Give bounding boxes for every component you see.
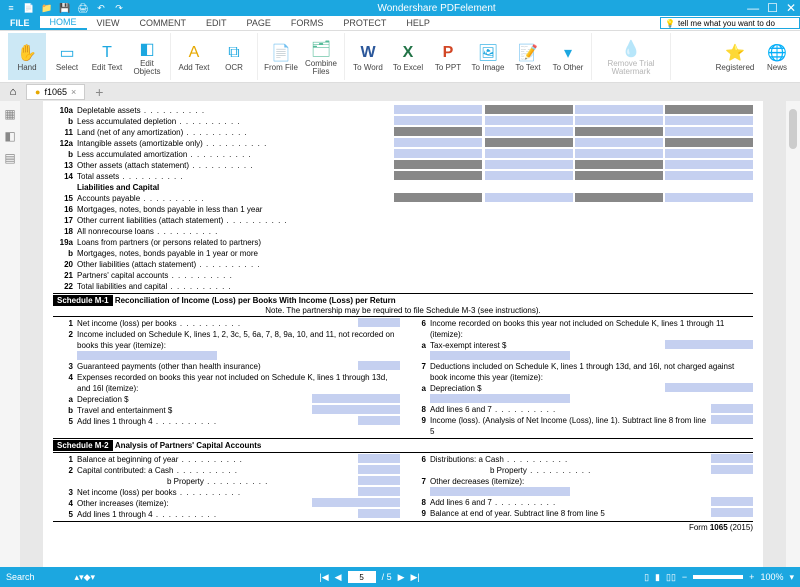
view-cont-icon[interactable]: ▮ bbox=[655, 572, 660, 583]
window-title: Wondershare PDFelement bbox=[126, 3, 747, 14]
doc-tab[interactable]: ●f1065× bbox=[26, 84, 85, 100]
watermark-button: 💧Remove Trial Watermark bbox=[596, 33, 666, 80]
tab-forms[interactable]: FORMS bbox=[281, 16, 334, 30]
next-page-icon[interactable]: ▶ bbox=[398, 572, 405, 583]
last-page-icon[interactable]: ▶| bbox=[411, 572, 420, 583]
text-icon: 📝 bbox=[517, 42, 539, 64]
select-icon: ▭ bbox=[56, 42, 78, 64]
doc-tabstrip: ⌂ ●f1065× + bbox=[0, 83, 800, 101]
ocr-button[interactable]: ⧉OCR bbox=[215, 33, 253, 80]
excel-icon: X bbox=[397, 42, 419, 64]
attachments-icon[interactable]: ▤ bbox=[4, 151, 15, 165]
add-text-icon: A bbox=[183, 42, 205, 64]
hand-button[interactable]: ✋Hand bbox=[8, 33, 46, 80]
zoom-slider[interactable] bbox=[693, 575, 743, 579]
workspace: ▦ ◧ ▤ 10aDepletable assets bLess accumul… bbox=[0, 101, 800, 567]
watermark-icon: 💧 bbox=[620, 38, 642, 60]
tab-view[interactable]: VIEW bbox=[87, 16, 130, 30]
view-single-icon[interactable]: ▯ bbox=[644, 572, 649, 583]
tab-close-icon[interactable]: × bbox=[71, 87, 76, 97]
tab-protect[interactable]: PROTECT bbox=[333, 16, 396, 30]
word-icon: W bbox=[357, 42, 379, 64]
ocr-icon: ⧉ bbox=[223, 42, 245, 64]
tab-home[interactable]: HOME bbox=[40, 16, 87, 30]
open-icon[interactable]: 📁 bbox=[40, 2, 54, 14]
home-icon[interactable]: ⌂ bbox=[4, 86, 22, 98]
view-double-icon[interactable]: ▯▯ bbox=[666, 572, 676, 583]
add-text-button[interactable]: AAdd Text bbox=[175, 33, 213, 80]
tab-help[interactable]: HELP bbox=[396, 16, 440, 30]
new-icon[interactable]: 📄 bbox=[22, 2, 36, 14]
registered-button[interactable]: ⭐Registered bbox=[716, 33, 754, 80]
tab-page[interactable]: PAGE bbox=[237, 16, 281, 30]
combine-icon: 🗂 bbox=[310, 38, 332, 60]
other-icon: ▾ bbox=[557, 42, 579, 64]
to-word-button[interactable]: WTo Word bbox=[349, 33, 387, 80]
statusbar: Search ▴ ▾ ◆ ▾ |◀ ◀ / 5 ▶ ▶| ▯ ▮ ▯▯ − + … bbox=[0, 567, 800, 587]
image-icon: 🖼 bbox=[477, 42, 499, 64]
nav-orig-icon[interactable]: ◆ bbox=[84, 572, 91, 583]
page-area[interactable]: 10aDepletable assets bLess accumulated d… bbox=[20, 101, 786, 567]
from-file-icon: 📄 bbox=[270, 42, 292, 64]
edit-text-button[interactable]: TEdit Text bbox=[88, 33, 126, 80]
tab-edit[interactable]: EDIT bbox=[196, 16, 237, 30]
save-icon[interactable]: 💾 bbox=[58, 2, 72, 14]
edit-objects-button[interactable]: ◧Edit Objects bbox=[128, 33, 166, 80]
to-image-button[interactable]: 🖼To Image bbox=[469, 33, 507, 80]
add-tab-icon[interactable]: + bbox=[89, 84, 109, 100]
redo-icon[interactable]: ↷ bbox=[112, 2, 126, 14]
tab-comment[interactable]: COMMENT bbox=[130, 16, 197, 30]
zoom-out-icon[interactable]: − bbox=[682, 572, 687, 582]
form-footer: Form 1065 (2015) bbox=[53, 523, 753, 532]
registered-icon: ⭐ bbox=[724, 42, 746, 64]
close-icon[interactable]: ✕ bbox=[786, 1, 796, 15]
prev-page-icon[interactable]: ◀ bbox=[335, 572, 342, 583]
menu-icon[interactable]: ≡ bbox=[4, 2, 18, 14]
page-number-input[interactable] bbox=[348, 571, 376, 583]
edit-text-icon: T bbox=[96, 42, 118, 64]
zoom-dropdown-icon[interactable]: ▾ bbox=[789, 572, 794, 583]
zoom-value: 100% bbox=[760, 572, 783, 582]
zoom-in-icon[interactable]: + bbox=[749, 572, 754, 582]
bookmarks-icon[interactable]: ◧ bbox=[4, 129, 15, 143]
to-ppt-button[interactable]: PTo PPT bbox=[429, 33, 467, 80]
ribbon: ✋Hand ▭Select TEdit Text ◧Edit Objects A… bbox=[0, 31, 800, 83]
hand-icon: ✋ bbox=[16, 42, 38, 64]
undo-icon[interactable]: ↶ bbox=[94, 2, 108, 14]
first-page-icon[interactable]: |◀ bbox=[319, 572, 328, 583]
ppt-icon: P bbox=[437, 42, 459, 64]
document-content: 10aDepletable assets bLess accumulated d… bbox=[43, 101, 763, 567]
select-button[interactable]: ▭Select bbox=[48, 33, 86, 80]
page-total: / 5 bbox=[382, 572, 392, 582]
edit-objects-icon: ◧ bbox=[136, 38, 158, 60]
combine-button[interactable]: 🗂Combine Files bbox=[302, 33, 340, 80]
file-tab[interactable]: FILE bbox=[0, 16, 40, 30]
print-icon[interactable]: 🖨 bbox=[76, 2, 90, 14]
minimize-icon[interactable]: — bbox=[747, 1, 759, 15]
titlebar: ≡ 📄 📁 💾 🖨 ↶ ↷ Wondershare PDFelement — ☐… bbox=[0, 0, 800, 16]
search-help-input[interactable]: 💡tell me what you want to do bbox=[660, 17, 800, 29]
search-label[interactable]: Search bbox=[6, 572, 35, 582]
to-excel-button[interactable]: XTo Excel bbox=[389, 33, 427, 80]
news-icon: 🌐 bbox=[766, 42, 788, 64]
from-file-button[interactable]: 📄From File bbox=[262, 33, 300, 80]
maximize-icon[interactable]: ☐ bbox=[767, 1, 778, 15]
to-text-button[interactable]: 📝To Text bbox=[509, 33, 547, 80]
thumbnails-icon[interactable]: ▦ bbox=[4, 107, 15, 121]
menubar: FILE HOME VIEW COMMENT EDIT PAGE FORMS P… bbox=[0, 16, 800, 31]
vertical-scrollbar[interactable] bbox=[786, 101, 800, 567]
to-other-button[interactable]: ▾To Other bbox=[549, 33, 587, 80]
news-button[interactable]: 🌐News bbox=[758, 33, 796, 80]
sidebar: ▦ ◧ ▤ bbox=[0, 101, 20, 567]
